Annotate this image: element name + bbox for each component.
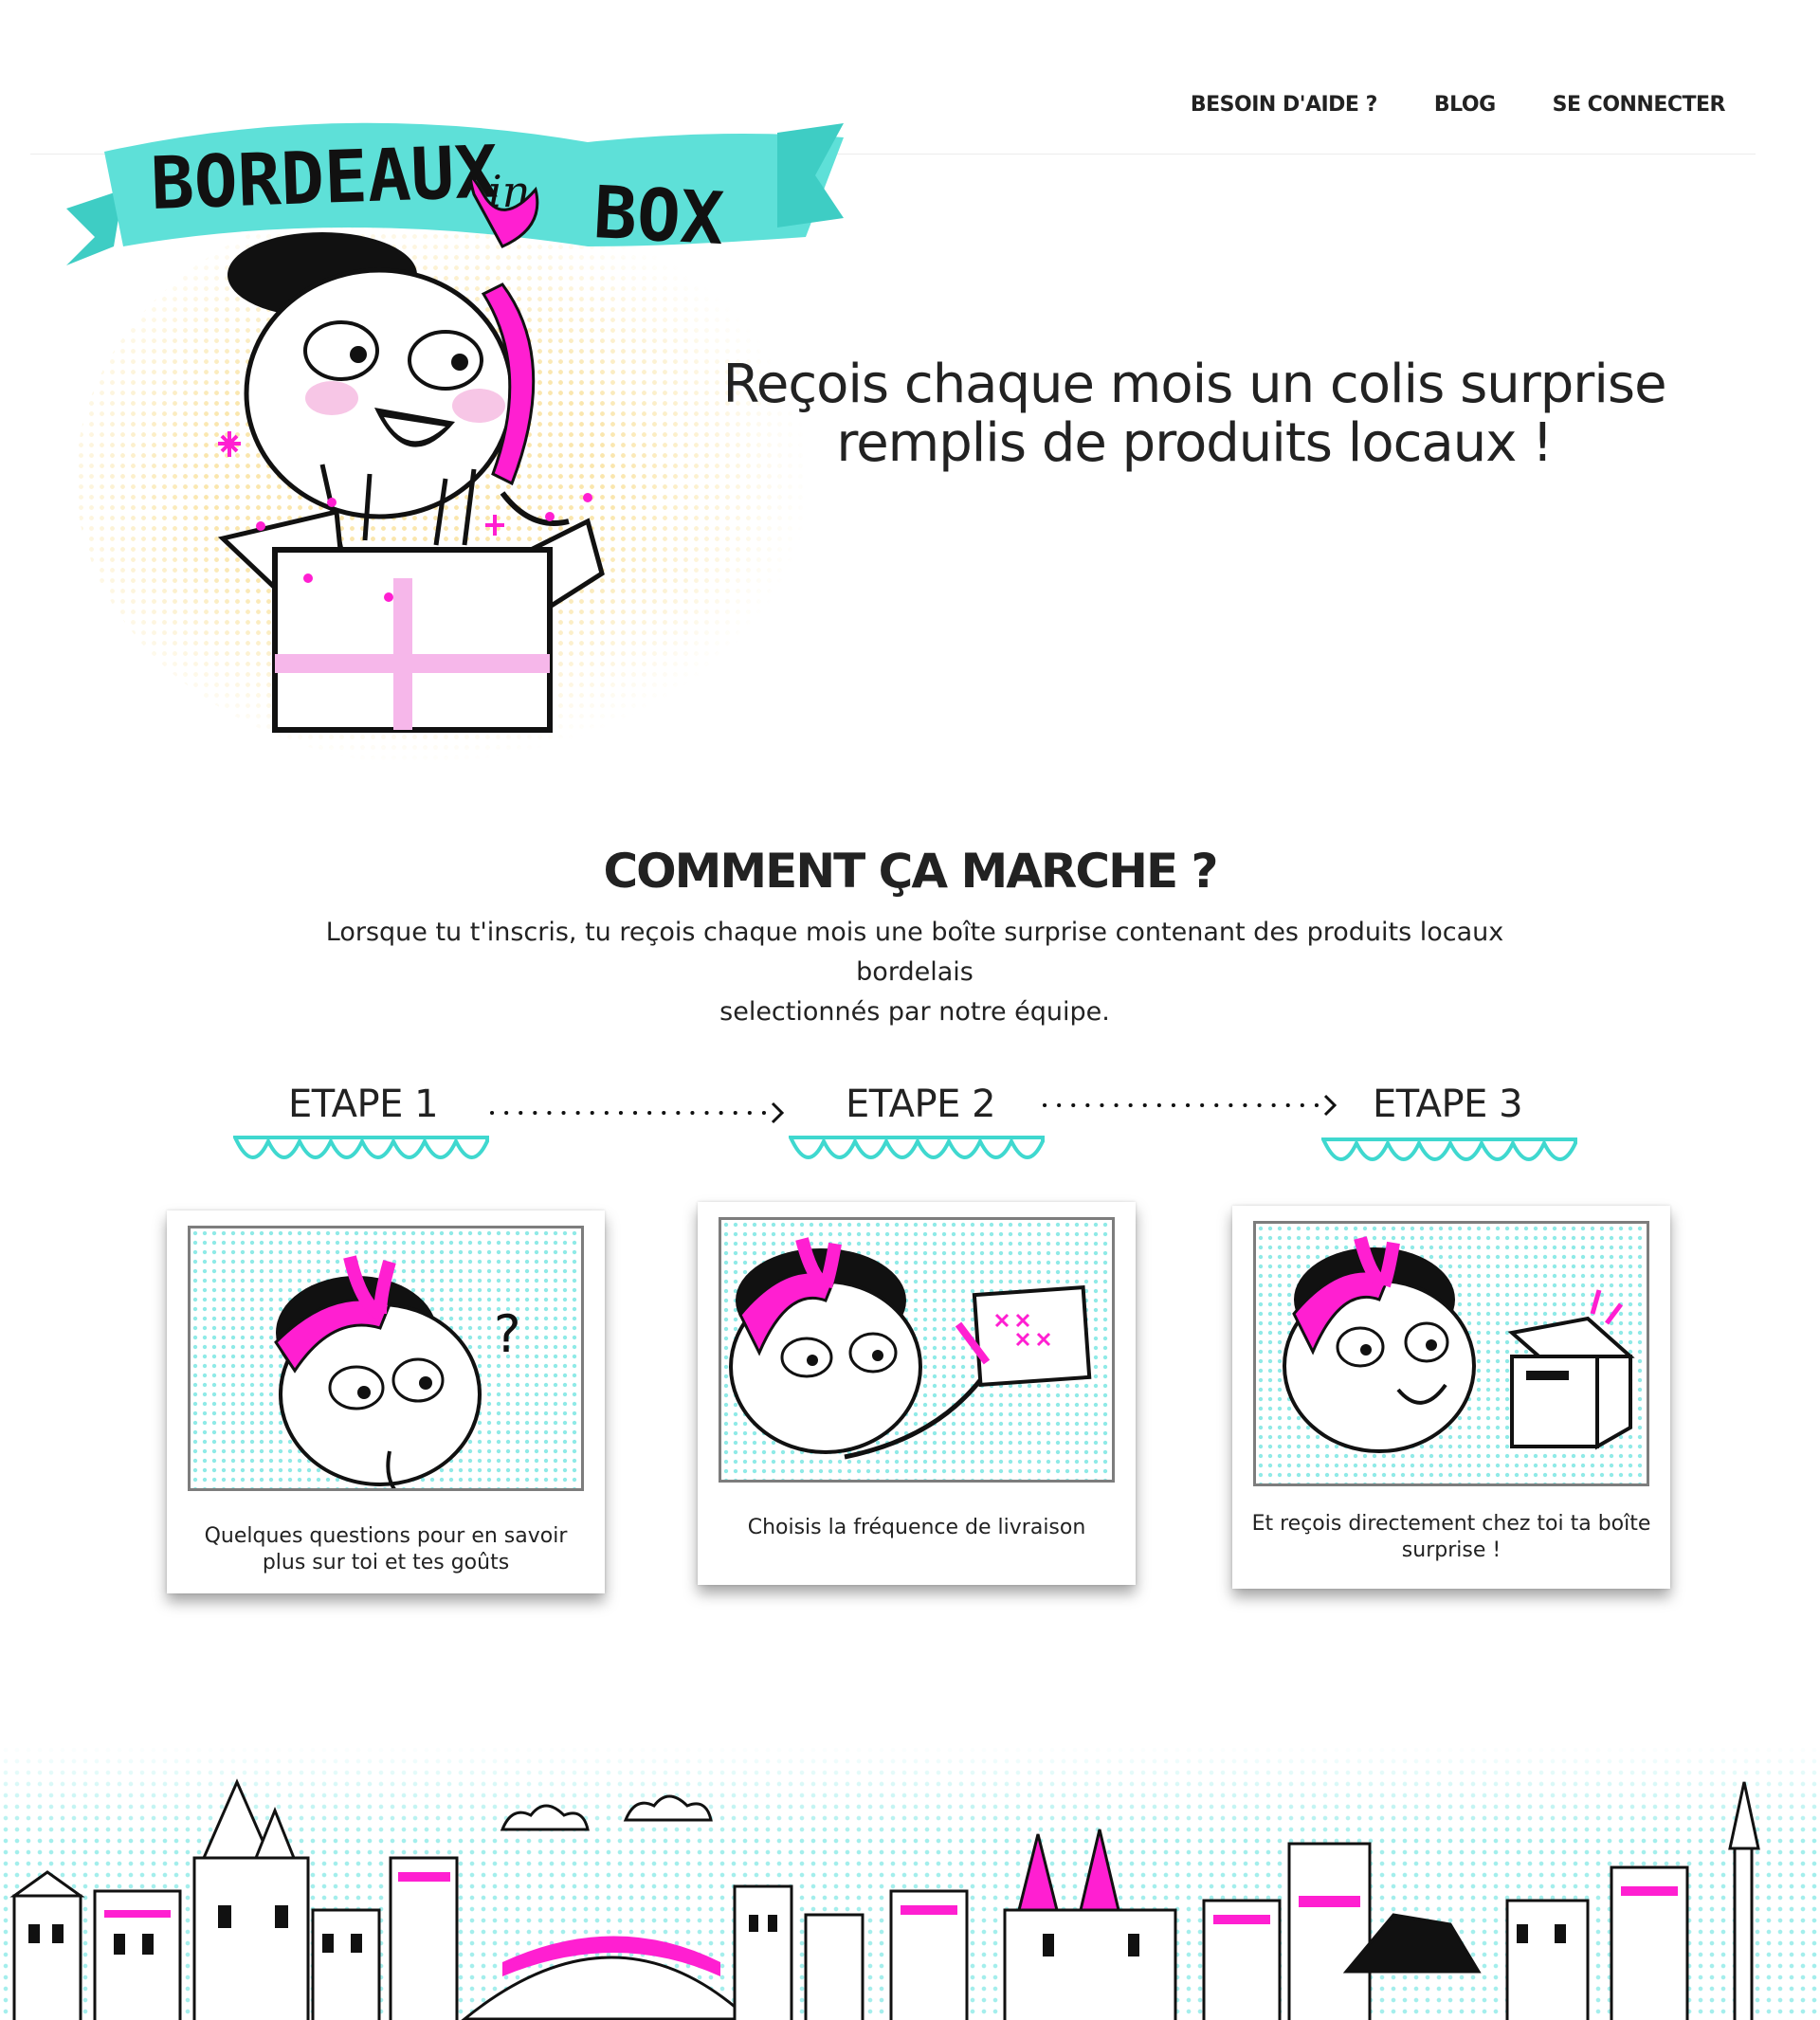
step-3-label: ETAPE 3 [1373,1083,1523,1126]
nav-login-link[interactable]: SE CONNECTER [1553,93,1726,117]
svg-text:?: ? [494,1304,521,1364]
step-1-illustration: ? [188,1226,584,1491]
step-1-label: ETAPE 1 [288,1083,439,1126]
how-it-works-title: COMMENT ÇA MARCHE ? [603,844,1218,899]
main-nav: BESOIN D'AIDE ? BLOG SE CONNECTER [1191,93,1726,117]
step-2-label: ETAPE 2 [846,1083,996,1126]
hero-tagline-line1: Reçois chaque mois un colis surprise [722,354,1666,415]
step-2-illustration [719,1217,1115,1483]
hero-tagline-line2: remplis de produits locaux ! [836,412,1553,474]
step-2-to-3-arrow [1043,1094,1338,1117]
step-2-card: Choisis la fréquence de livraison [698,1202,1136,1585]
svg-text:BORDEAUX: BORDEAUX [150,129,500,226]
step-3-caption: Et reçois directement chez toi ta boîte … [1251,1512,1651,1562]
step-3-illustration [1253,1221,1649,1486]
how-it-works-description: Lorsque tu t'inscris, tu reçois chaque m… [284,913,1545,1032]
step-1-to-2-arrow [490,1101,785,1124]
nav-blog-link[interactable]: BLOG [1434,93,1496,117]
step-3-scallop [1321,1137,1577,1161]
step-2-scallop [789,1136,1045,1159]
bordeaux-skyline-illustration [0,1744,1820,2020]
nav-help-link[interactable]: BESOIN D'AIDE ? [1191,93,1378,117]
step-3-card: Et reçois directement chez toi ta boîte … [1232,1206,1670,1589]
how-it-works-description-line1: Lorsque tu t'inscris, tu reçois chaque m… [325,918,1504,987]
step-1-scallop [233,1136,489,1159]
step-1-caption: Quelques questions pour en savoir plus s… [204,1524,568,1574]
step-1-card: ? Quelques questions pour en savoir plus… [167,1210,605,1593]
svg-text:BOX: BOX [592,170,726,261]
step-2-caption: Choisis la fréquence de livraison [747,1516,1086,1539]
skyline-buildings [9,1778,1760,2020]
how-it-works-description-line2: selectionnés par notre équipe. [719,997,1110,1027]
hero-tagline: Reçois chaque mois un colis surprise rem… [720,355,1668,473]
